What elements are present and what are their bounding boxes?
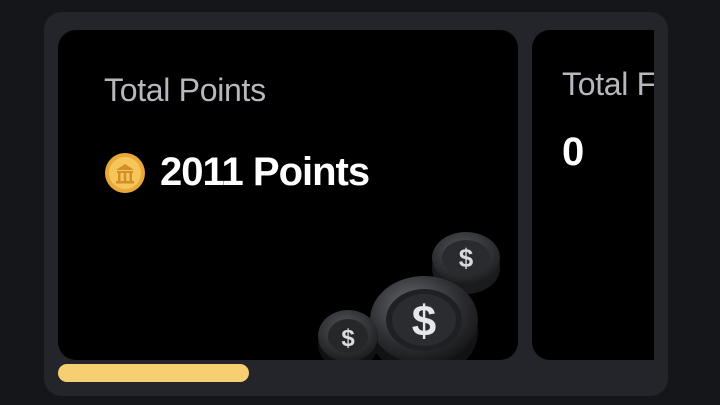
total-points-card[interactable]: Total Points 2011 Points $ $ $ <box>58 30 518 360</box>
card-title: Total Points <box>104 72 266 108</box>
coin-icon <box>105 152 145 193</box>
points-carousel[interactable]: Total Points 2011 Points $ $ $ Total F 0 <box>58 30 654 360</box>
svg-text:$: $ <box>412 297 436 346</box>
svg-text:$: $ <box>459 243 474 273</box>
points-carousel-panel: Total Points 2011 Points $ $ $ Total F 0 <box>44 12 668 396</box>
card-title: Total F <box>562 66 654 102</box>
svg-text:$: $ <box>341 325 355 352</box>
dollar-coins-icon: $ $ $ <box>318 232 500 360</box>
carousel-scrollbar[interactable] <box>58 364 654 382</box>
total-secondary-card[interactable]: Total F 0 <box>532 30 654 360</box>
points-value: 2011 Points <box>160 150 370 194</box>
carousel-scrollbar-thumb[interactable] <box>58 364 249 382</box>
points-value-row: 2011 Points <box>104 150 370 195</box>
secondary-value: 0 <box>562 130 584 174</box>
